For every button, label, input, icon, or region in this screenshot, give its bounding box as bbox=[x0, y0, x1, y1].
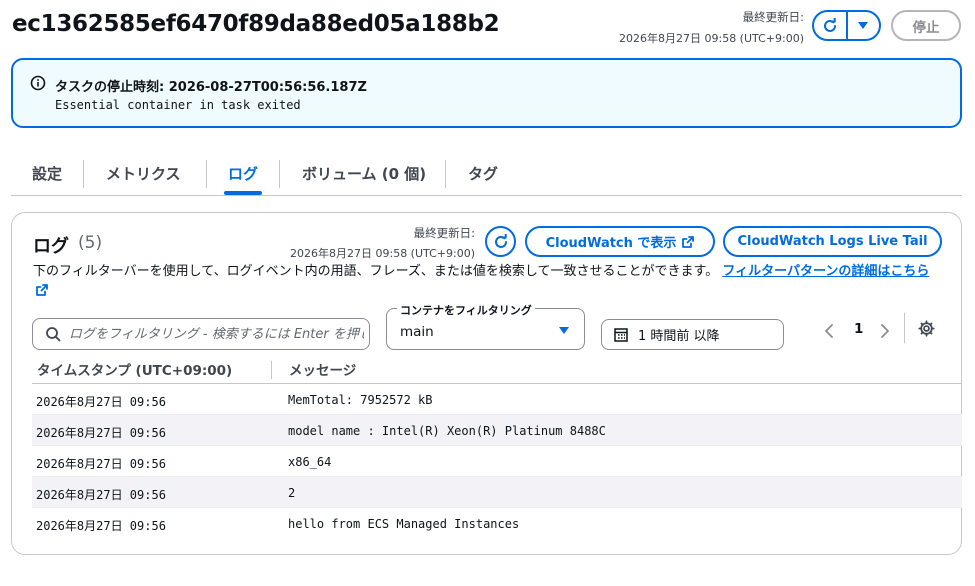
external-link-icon bbox=[36, 284, 48, 296]
logs-description: 下のフィルターバーを使用して、ログイベント内の用語、フレーズ、または値を検索して… bbox=[33, 262, 938, 302]
row-timestamp: 2026年8月27日 09:56 bbox=[36, 426, 166, 440]
filter-pattern-link-text: フィルターパターンの詳細はこちら bbox=[722, 264, 930, 279]
live-tail-button[interactable]: CloudWatch Logs Live Tail bbox=[723, 226, 942, 257]
chevron-right-icon bbox=[881, 324, 889, 338]
container-filter-select[interactable]: コンテナをフィルタリング main bbox=[386, 302, 585, 350]
table-row[interactable]: 2026年8月27日 09:56 hello from ECS Managed … bbox=[32, 508, 962, 539]
tab-settings[interactable]: 設定 bbox=[32, 152, 62, 195]
row-timestamp: 2026年8月27日 09:56 bbox=[36, 457, 166, 471]
row-timestamp: 2026年8月27日 09:56 bbox=[36, 488, 166, 502]
table-row[interactable]: 2026年8月27日 09:56 x86_64 bbox=[32, 446, 962, 477]
table-settings-button[interactable] bbox=[918, 320, 935, 341]
header-refresh-split-button bbox=[812, 10, 881, 41]
row-timestamp: 2026年8月27日 09:56 bbox=[36, 519, 166, 533]
log-filter-input[interactable] bbox=[69, 326, 364, 342]
container-filter-label: コンテナをフィルタリング bbox=[397, 302, 535, 318]
calendar-icon bbox=[614, 327, 628, 342]
header-last-updated: 最終更新日: 2026年8月27日 09:58 (UTC+9:00) bbox=[619, 9, 804, 46]
pagination-current-page[interactable]: 1 bbox=[854, 321, 863, 337]
column-header-message[interactable]: メッセージ bbox=[289, 359, 356, 379]
pagination-next-button[interactable] bbox=[880, 323, 890, 342]
refresh-icon bbox=[494, 233, 507, 248]
refresh-icon bbox=[823, 17, 836, 32]
caret-down-icon bbox=[858, 21, 869, 29]
row-message: model name : Intel(R) Xeon(R) Platinum 8… bbox=[288, 424, 606, 438]
pagination-prev-button[interactable] bbox=[824, 323, 834, 342]
chevron-left-icon bbox=[825, 324, 833, 338]
page-title: ec1362585ef6470f89da88ed05a188b2 bbox=[12, 11, 500, 37]
caret-down-icon bbox=[559, 327, 569, 334]
row-message: hello from ECS Managed Instances bbox=[288, 517, 520, 531]
tab-divider bbox=[83, 160, 84, 188]
logs-panel: ログ (5) 最終更新日: 2026年8月27日 09:58 (UTC+9:00… bbox=[11, 212, 962, 555]
logs-count: (5) bbox=[78, 233, 103, 253]
logs-updated-label: 最終更新日: bbox=[413, 226, 475, 240]
gear-icon bbox=[918, 320, 935, 337]
log-filter-search bbox=[32, 318, 370, 350]
view-in-cloudwatch-button[interactable]: CloudWatch で表示 bbox=[525, 226, 715, 257]
table-row[interactable]: 2026年8月27日 09:56 2 bbox=[32, 477, 962, 508]
stop-button[interactable]: 停止 bbox=[891, 10, 961, 41]
time-range-filter[interactable]: 1 時間前 以降 bbox=[601, 319, 784, 350]
search-icon bbox=[46, 327, 61, 342]
logs-description-text: 下のフィルターバーを使用して、ログイベント内の用語、フレーズ、または値を検索して… bbox=[33, 264, 719, 279]
logs-title: ログ bbox=[33, 236, 69, 257]
log-events-table: 2026年8月27日 09:56 MemTotal: 7952572 kB 20… bbox=[32, 384, 962, 539]
tab-volumes[interactable]: ボリューム (0 個) bbox=[302, 152, 426, 195]
tab-divider bbox=[206, 160, 207, 188]
logs-updated-value: 2026年8月27日 09:58 (UTC+9:00) bbox=[290, 247, 475, 260]
container-filter-value: main bbox=[400, 324, 434, 340]
tab-metrics[interactable]: メトリクス bbox=[106, 152, 181, 195]
header-refresh-dropdown-button[interactable] bbox=[845, 12, 880, 39]
view-in-cloudwatch-label: CloudWatch で表示 bbox=[545, 236, 677, 251]
tab-tags[interactable]: タグ bbox=[468, 152, 498, 195]
task-stopped-alert: タスクの停止時刻: 2026-08-27T00:56:56.187Z Essen… bbox=[11, 58, 962, 128]
info-icon bbox=[30, 75, 46, 95]
time-range-value: 1 時間前 以降 bbox=[638, 329, 720, 344]
header-updated-value: 2026年8月27日 09:58 (UTC+9:00) bbox=[619, 32, 804, 45]
alert-message: Essential container in task exited bbox=[55, 98, 301, 112]
tab-logs[interactable]: ログ bbox=[223, 152, 263, 195]
logs-last-updated: 最終更新日: 2026年8月27日 09:58 (UTC+9:00) bbox=[290, 225, 475, 261]
tab-bar: 設定 メトリクス ログ ボリューム (0 個) タグ bbox=[11, 152, 962, 196]
logs-refresh-button[interactable] bbox=[485, 226, 516, 257]
alert-title: タスクの停止時刻: 2026-08-27T00:56:56.187Z bbox=[55, 80, 367, 95]
table-row[interactable]: 2026年8月27日 09:56 model name : Intel(R) X… bbox=[32, 415, 962, 446]
tab-divider bbox=[445, 160, 446, 188]
table-row[interactable]: 2026年8月27日 09:56 MemTotal: 7952572 kB bbox=[32, 384, 962, 415]
row-message: MemTotal: 7952572 kB bbox=[288, 393, 433, 407]
column-header-timestamp[interactable]: タイムスタンプ (UTC+09:00) bbox=[37, 359, 232, 379]
row-timestamp: 2026年8月27日 09:56 bbox=[36, 395, 166, 409]
header-refresh-button[interactable] bbox=[814, 12, 846, 39]
row-message: x86_64 bbox=[288, 455, 332, 469]
row-message: 2 bbox=[288, 486, 296, 500]
external-link-icon bbox=[682, 235, 695, 248]
tab-divider bbox=[279, 160, 280, 188]
header-updated-label: 最終更新日: bbox=[742, 10, 804, 24]
column-resizer[interactable] bbox=[271, 361, 272, 379]
pagination-divider bbox=[904, 313, 905, 343]
